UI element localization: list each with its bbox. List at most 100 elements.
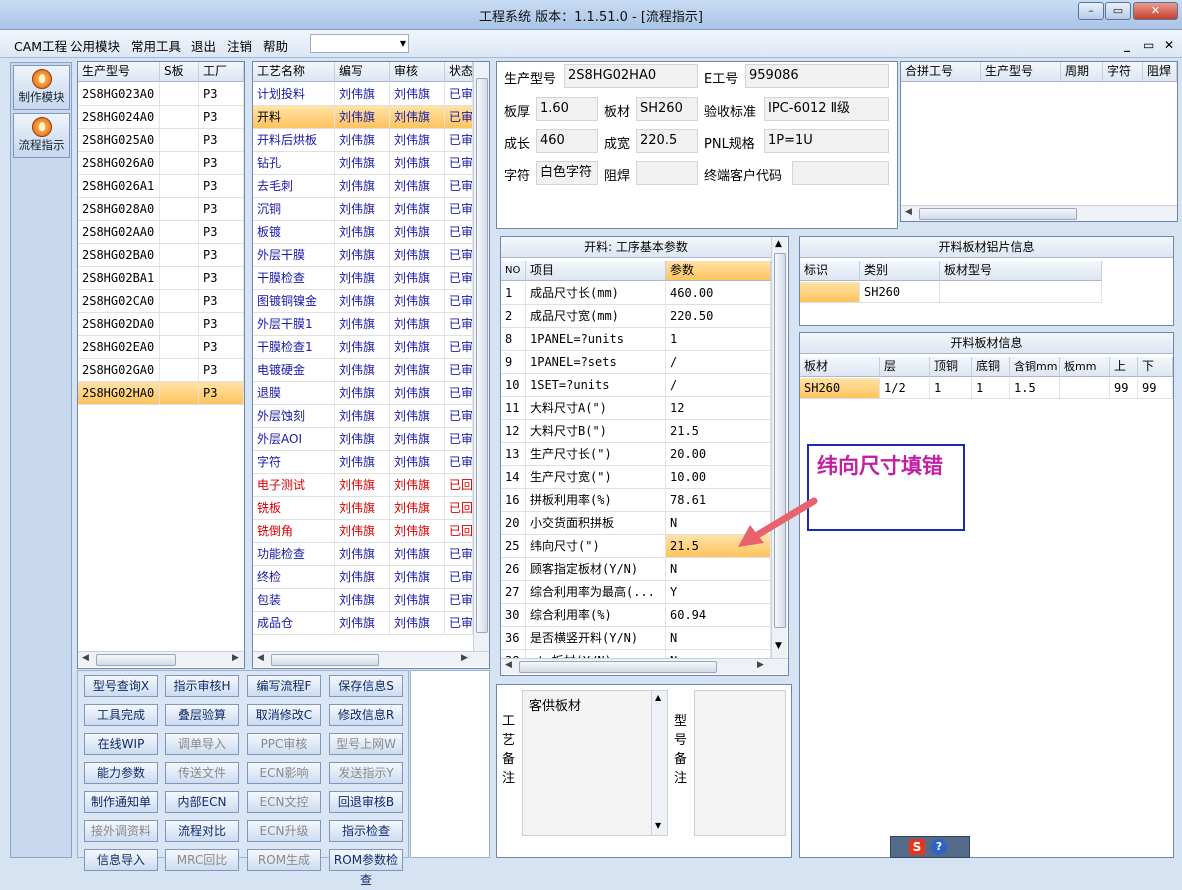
help-icon[interactable]: ? bbox=[931, 839, 947, 855]
pnl-field[interactable]: 1P=1U bbox=[764, 129, 889, 153]
process-row[interactable]: 电镀硬金 刘伟旗 刘伟旗 已审 bbox=[253, 359, 473, 382]
process-row[interactable]: 铣倒角 刘伟旗 刘伟旗 已回 bbox=[253, 520, 473, 543]
scroll-thumb[interactable] bbox=[774, 253, 786, 628]
action-button[interactable]: ECN升级 bbox=[247, 820, 321, 842]
action-button[interactable]: 型号查询X bbox=[84, 675, 158, 697]
header-merge-no[interactable]: 合拼工号 bbox=[901, 62, 981, 81]
header-writer[interactable]: 编写 bbox=[335, 62, 390, 81]
process-row[interactable]: 字符 刘伟旗 刘伟旗 已审 bbox=[253, 451, 473, 474]
arrow-right-icon[interactable]: ▶ bbox=[757, 660, 764, 670]
header-merge-cycle[interactable]: 周期 bbox=[1061, 62, 1103, 81]
header-layer[interactable]: 层 bbox=[880, 357, 930, 376]
eno-field[interactable]: 959086 bbox=[745, 64, 889, 88]
remark-vscroll[interactable]: ▲ ▼ bbox=[651, 691, 667, 835]
scroll-thumb[interactable] bbox=[476, 78, 488, 633]
process-list-hscroll[interactable]: ◀ ▶ bbox=[253, 651, 489, 667]
model-list-hscroll[interactable]: ◀ ▶ bbox=[78, 651, 244, 667]
scroll-thumb[interactable] bbox=[271, 654, 379, 666]
arrow-right-icon[interactable]: ▶ bbox=[461, 653, 468, 663]
arrow-down-icon[interactable]: ▼ bbox=[655, 821, 661, 830]
header-mark[interactable]: 标识 bbox=[800, 261, 860, 280]
header-reviewer[interactable]: 审核 bbox=[390, 62, 445, 81]
params-hscroll[interactable]: ◀ ▶ bbox=[501, 658, 788, 674]
process-row[interactable]: 图镀铜镍金 刘伟旗 刘伟旗 已审 bbox=[253, 290, 473, 313]
arrow-up-icon[interactable]: ▲ bbox=[775, 239, 782, 249]
scroll-thumb[interactable] bbox=[919, 208, 1077, 220]
action-button[interactable]: 信息导入 bbox=[84, 849, 158, 871]
model-row[interactable]: 2S8HG02DA0 P3 bbox=[78, 313, 244, 336]
header-factory[interactable]: 工厂 bbox=[199, 62, 244, 81]
mdi-restore-button[interactable]: ▭ bbox=[1143, 38, 1154, 52]
width-field[interactable]: 220.5 bbox=[636, 129, 698, 153]
model-row[interactable]: 2S8HG025A0 P3 bbox=[78, 129, 244, 152]
arrow-left-icon[interactable]: ◀ bbox=[905, 207, 912, 217]
header-top-cu[interactable]: 顶铜 bbox=[930, 357, 972, 376]
action-button[interactable]: ROM生成 bbox=[247, 849, 321, 871]
header-category[interactable]: 类别 bbox=[860, 261, 940, 280]
model-row[interactable]: 2S8HG024A0 P3 bbox=[78, 106, 244, 129]
header-model[interactable]: 生产型号 bbox=[78, 62, 160, 81]
param-row[interactable]: 13 生产尺寸长(") 20.00 bbox=[501, 443, 771, 466]
action-button[interactable]: 型号上网W bbox=[329, 733, 403, 755]
thickness-field[interactable]: 1.60 bbox=[536, 97, 598, 121]
action-button[interactable]: 回退审核B bbox=[329, 791, 403, 813]
action-button[interactable]: PPC审核 bbox=[247, 733, 321, 755]
model-row[interactable]: 2S8HG026A1 P3 bbox=[78, 175, 244, 198]
process-row[interactable]: 外层蚀刻 刘伟旗 刘伟旗 已审 bbox=[253, 405, 473, 428]
param-row[interactable]: 12 大料尺寸B(") 21.5 bbox=[501, 420, 771, 443]
model-row[interactable]: 2S8HG028A0 P3 bbox=[78, 198, 244, 221]
header-board-model[interactable]: 板材型号 bbox=[940, 261, 1102, 280]
action-button[interactable]: 指示审核H bbox=[165, 675, 239, 697]
arrow-down-icon[interactable]: ▼ bbox=[775, 641, 782, 651]
flow-instruction-button[interactable]: 流程指示 bbox=[13, 113, 70, 158]
param-row[interactable]: 2 成品尺寸宽(mm) 220.50 bbox=[501, 305, 771, 328]
menu-public-module[interactable]: 公用模块 bbox=[70, 36, 120, 55]
maximize-button[interactable]: ▭ bbox=[1105, 2, 1131, 20]
process-row[interactable]: 退膜 刘伟旗 刘伟旗 已审 bbox=[253, 382, 473, 405]
header-param[interactable]: 参数 bbox=[666, 261, 771, 280]
process-remark-text[interactable]: 客供板材 ▲ ▼ bbox=[522, 690, 668, 836]
material-field[interactable]: SH260 bbox=[636, 97, 698, 121]
arrow-left-icon[interactable]: ◀ bbox=[505, 660, 512, 670]
customer-field[interactable] bbox=[792, 161, 889, 185]
param-row[interactable]: 11 大料尺寸A(") 12 bbox=[501, 397, 771, 420]
model-row[interactable]: 2S8HG02AA0 P3 bbox=[78, 221, 244, 244]
action-button[interactable]: 指示检查 bbox=[329, 820, 403, 842]
mdi-minimize-button[interactable]: _ bbox=[1124, 38, 1130, 52]
param-row[interactable]: 27 综合利用率为最高(... Y bbox=[501, 581, 771, 604]
action-button[interactable]: 流程对比 bbox=[165, 820, 239, 842]
process-row[interactable]: 外层AOI 刘伟旗 刘伟旗 已审 bbox=[253, 428, 473, 451]
process-row[interactable]: 去毛刺 刘伟旗 刘伟旗 已审 bbox=[253, 175, 473, 198]
model-row[interactable]: 2S8HG02GA0 P3 bbox=[78, 359, 244, 382]
header-no[interactable]: NO bbox=[501, 261, 526, 280]
action-button[interactable]: 取消修改C bbox=[247, 704, 321, 726]
action-button[interactable]: 修改信息R bbox=[329, 704, 403, 726]
action-button[interactable]: 能力参数 bbox=[84, 762, 158, 784]
header-cu-thickness[interactable]: 含铜mm bbox=[1010, 357, 1060, 376]
param-row[interactable]: 36 是否横竖开料(Y/N) N bbox=[501, 627, 771, 650]
param-row[interactable]: 14 生产尺寸宽(") 10.00 bbox=[501, 466, 771, 489]
process-row[interactable]: 干膜检查 刘伟旗 刘伟旗 已审 bbox=[253, 267, 473, 290]
close-button[interactable]: ✕ bbox=[1133, 2, 1178, 20]
header-down[interactable]: 下 bbox=[1138, 357, 1173, 376]
process-row[interactable]: 开料后烘板 刘伟旗 刘伟旗 已审 bbox=[253, 129, 473, 152]
action-button[interactable]: ECN影响 bbox=[247, 762, 321, 784]
param-row[interactable]: 30 综合利用率(%) 60.94 bbox=[501, 604, 771, 627]
arrow-up-icon[interactable]: ▲ bbox=[655, 693, 661, 702]
menu-tools[interactable]: 常用工具 bbox=[131, 36, 181, 55]
process-row[interactable]: 包装 刘伟旗 刘伟旗 已审 bbox=[253, 589, 473, 612]
action-button[interactable]: 工具完成 bbox=[84, 704, 158, 726]
process-row[interactable]: 功能检查 刘伟旗 刘伟旗 已审 bbox=[253, 543, 473, 566]
length-field[interactable]: 460 bbox=[536, 129, 598, 153]
menu-cam[interactable]: CAM工程 bbox=[14, 36, 67, 55]
process-row[interactable]: 外层干膜 刘伟旗 刘伟旗 已审 bbox=[253, 244, 473, 267]
action-button[interactable]: ROM参数检查 bbox=[329, 849, 403, 887]
action-button[interactable]: 接外调资料 bbox=[84, 820, 158, 842]
action-button[interactable]: 调单导入 bbox=[165, 733, 239, 755]
menu-exit[interactable]: 退出 bbox=[191, 36, 216, 55]
action-button[interactable]: 保存信息S bbox=[329, 675, 403, 697]
param-row[interactable]: 1 成品尺寸长(mm) 460.00 bbox=[501, 282, 771, 305]
action-button[interactable]: 叠层验算 bbox=[165, 704, 239, 726]
menu-logout[interactable]: 注销 bbox=[227, 36, 252, 55]
action-button[interactable]: ECN文控 bbox=[247, 791, 321, 813]
